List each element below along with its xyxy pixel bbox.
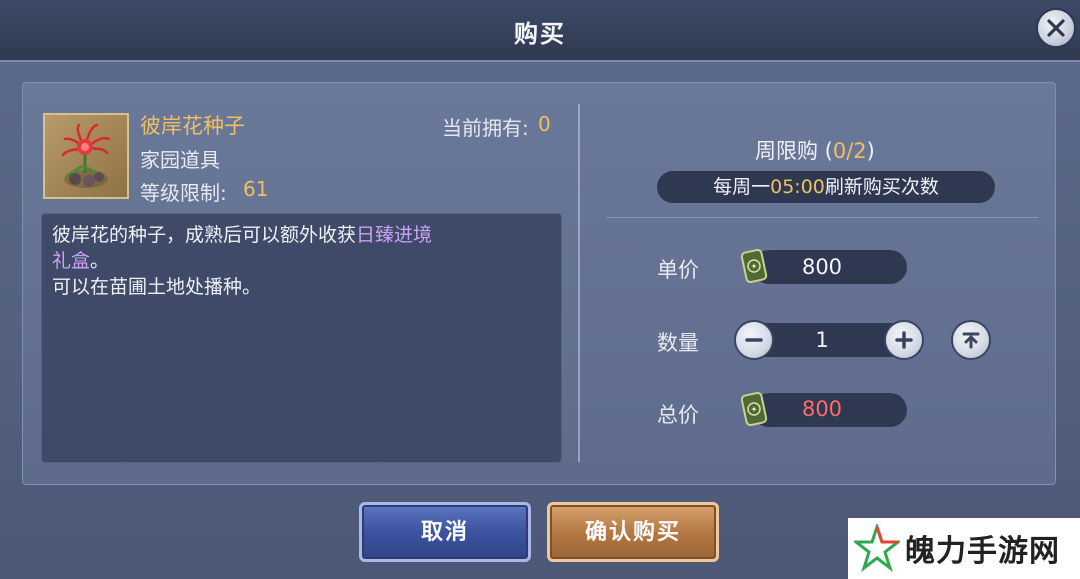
jade-token-icon: ✦ <box>740 391 768 427</box>
level-limit-label: 等级限制: <box>140 181 227 205</box>
owned-label: 当前拥有: <box>442 116 529 140</box>
max-icon <box>962 332 980 349</box>
quantity-value[interactable]: 1 <box>772 328 872 352</box>
max-quantity-button[interactable] <box>951 320 991 360</box>
minus-icon <box>745 338 763 342</box>
watermark: 魄力手游网 <box>848 518 1080 579</box>
refresh-prefix: 每周一 <box>713 176 771 198</box>
total-price-value: 800 <box>801 397 843 421</box>
svg-text:✦: ✦ <box>751 405 758 414</box>
increase-button[interactable] <box>884 320 924 360</box>
watermark-text: 魄力手游网 <box>905 534 1060 569</box>
refresh-info: 每周一05:00刷新购买次数 <box>657 171 995 203</box>
weekly-limit-label: 周限购 ( <box>755 139 833 163</box>
unit-price-value: 800 <box>801 255 843 279</box>
refresh-suffix: 刷新购买次数 <box>824 176 939 198</box>
quantity-label: 数量 <box>657 331 699 355</box>
description-highlight: 日臻进境 <box>356 224 433 246</box>
item-name: 彼岸花种子 <box>140 114 245 138</box>
vertical-divider <box>578 104 580 462</box>
item-icon <box>43 113 129 199</box>
svg-text:✦: ✦ <box>751 262 758 271</box>
owned-value: 0 <box>538 112 551 136</box>
weekly-limit-count: 0/2 <box>832 139 867 163</box>
unit-price-label: 单价 <box>657 258 699 282</box>
description-text-3: 可以在苗圃土地处播种。 <box>52 276 262 298</box>
watermark-logo-icon <box>854 524 900 572</box>
spider-lily-seed-icon <box>61 123 111 188</box>
decrease-button[interactable] <box>734 320 774 360</box>
item-description: 彼岸花的种子，成熟后可以额外收获日臻进境 礼盒。 可以在苗圃土地处播种。 <box>52 222 552 300</box>
close-button[interactable] <box>1036 8 1076 48</box>
level-limit-value: 61 <box>243 177 269 201</box>
total-price-label: 总价 <box>657 403 699 427</box>
dialog-title: 购买 <box>514 20 566 48</box>
description-text-2: 。 <box>90 250 110 272</box>
cancel-button[interactable]: 取消 <box>359 502 531 562</box>
horizontal-divider <box>606 217 1038 218</box>
description-highlight-2: 礼盒 <box>52 250 91 272</box>
jade-token-icon: ✦ <box>740 248 768 284</box>
refresh-time: 05:00 <box>770 176 825 198</box>
description-text: 彼岸花的种子，成熟后可以额外收获 <box>52 224 357 246</box>
weekly-limit-close: ) <box>866 139 875 163</box>
weekly-limit: 周限购 (0/2) <box>755 135 875 165</box>
plus-icon <box>895 331 913 349</box>
title-bar: 购买 <box>0 0 1080 62</box>
item-type: 家园道具 <box>140 148 220 172</box>
confirm-purchase-button[interactable]: 确认购买 <box>547 502 719 562</box>
close-icon <box>1047 19 1065 37</box>
